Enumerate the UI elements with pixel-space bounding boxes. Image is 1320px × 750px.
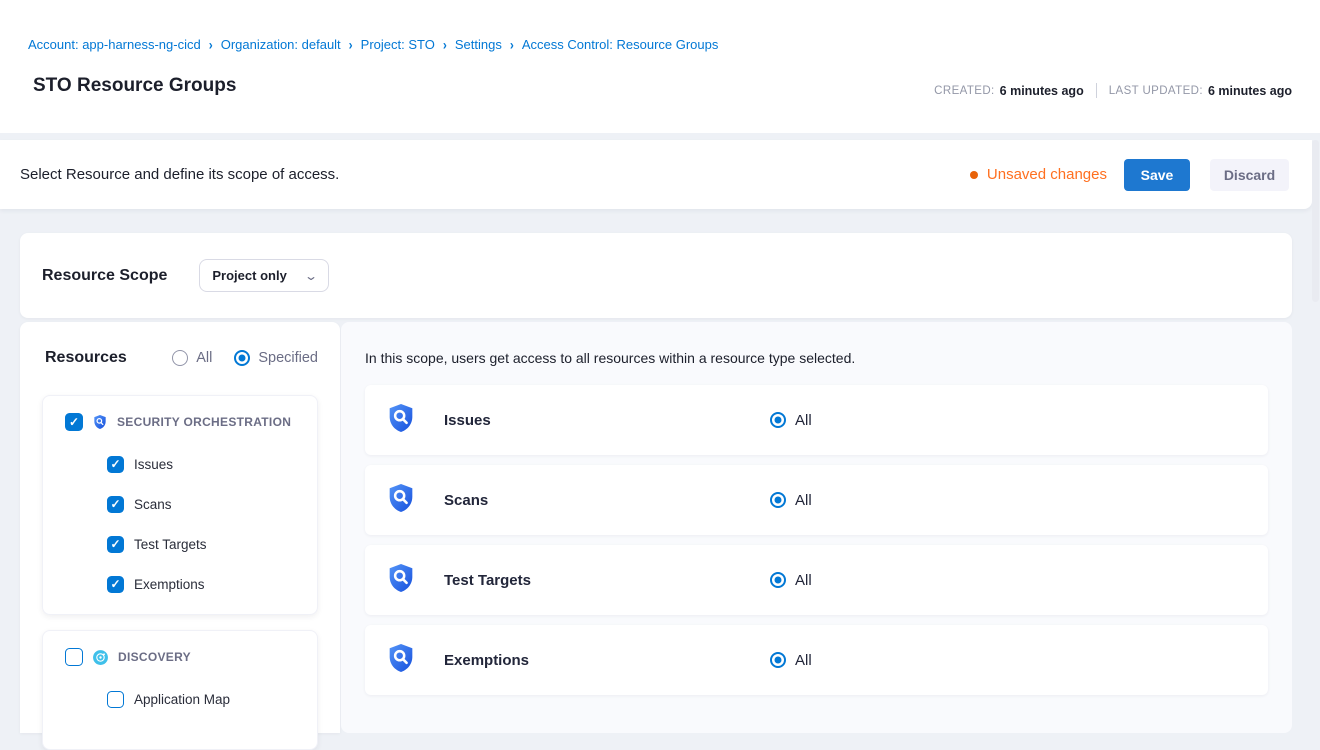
resource-scope-title: Resource Scope bbox=[42, 267, 167, 285]
group-label: SECURITY ORCHESTRATION bbox=[117, 415, 291, 429]
save-button[interactable]: Save bbox=[1124, 159, 1190, 191]
group-header: SECURITY ORCHESTRATION bbox=[43, 396, 317, 431]
discard-button[interactable]: Discard bbox=[1210, 159, 1289, 191]
resource-card-label: Exemptions bbox=[444, 652, 529, 669]
exemptions-checkbox[interactable] bbox=[107, 576, 124, 593]
test-targets-checkbox[interactable] bbox=[107, 536, 124, 553]
shield-search-icon bbox=[92, 414, 108, 430]
group-label: DISCOVERY bbox=[118, 650, 191, 664]
resource-scope-selected-value: Project only bbox=[212, 268, 286, 283]
resource-item-application-map: Application Map bbox=[43, 679, 317, 719]
resource-card-label: Test Targets bbox=[444, 572, 531, 589]
page-header: Account: app-harness-ng-cicd › Organizat… bbox=[0, 0, 1320, 133]
toolbar-description: Select Resource and define its scope of … bbox=[20, 166, 339, 183]
resource-item-issues: Issues bbox=[43, 444, 317, 484]
header-meta: CREATED: 6 minutes ago LAST UPDATED: 6 m… bbox=[934, 83, 1292, 98]
unsaved-dot-icon bbox=[970, 171, 978, 179]
item-label: Exemptions bbox=[134, 577, 205, 592]
resource-cards: Issues All Scans All Test Targets bbox=[365, 385, 1268, 705]
resources-sidebar: Resources All Specified SECURITY ORCHEST… bbox=[20, 322, 340, 733]
breadcrumb-project-link[interactable]: Project: STO bbox=[361, 37, 435, 52]
all-radio[interactable] bbox=[770, 572, 786, 588]
breadcrumb-account-link[interactable]: Account: app-harness-ng-cicd bbox=[28, 37, 201, 52]
discovery-checkbox[interactable] bbox=[65, 648, 83, 666]
all-radio-label[interactable]: All bbox=[795, 412, 812, 429]
chevron-right-icon: › bbox=[510, 36, 514, 52]
issues-checkbox[interactable] bbox=[107, 456, 124, 473]
all-radio[interactable] bbox=[770, 412, 786, 428]
resource-scope-select[interactable]: Project only ⌄ bbox=[199, 259, 329, 292]
resource-access-panel: In this scope, users get access to all r… bbox=[341, 322, 1292, 733]
item-label: Scans bbox=[134, 497, 172, 512]
item-label: Issues bbox=[134, 457, 173, 472]
toolbar-actions: Unsaved changes Save Discard bbox=[970, 159, 1289, 191]
application-map-checkbox[interactable] bbox=[107, 691, 124, 708]
shield-search-icon bbox=[385, 562, 417, 599]
scans-checkbox[interactable] bbox=[107, 496, 124, 513]
all-radio-label[interactable]: All bbox=[795, 572, 812, 589]
resource-item-test-targets: Test Targets bbox=[43, 524, 317, 564]
resources-title: Resources bbox=[45, 349, 127, 367]
shield-search-icon bbox=[385, 402, 417, 439]
radio-specified[interactable] bbox=[234, 350, 250, 366]
item-label: Application Map bbox=[134, 692, 230, 707]
resource-card-exemptions: Exemptions All bbox=[365, 625, 1268, 695]
resource-card-access: All bbox=[770, 492, 812, 509]
resource-scope-panel: Resource Scope Project only ⌄ bbox=[20, 233, 1292, 318]
resource-card-label: Issues bbox=[444, 412, 491, 429]
last-updated-value: 6 minutes ago bbox=[1208, 84, 1292, 98]
item-label: Test Targets bbox=[134, 537, 207, 552]
breadcrumb-resource-groups-link[interactable]: Access Control: Resource Groups bbox=[522, 37, 719, 52]
created-label: CREATED: bbox=[934, 85, 995, 97]
last-updated-label: LAST UPDATED: bbox=[1109, 85, 1203, 97]
scope-note: In this scope, users get access to all r… bbox=[365, 350, 855, 366]
security-orchestration-checkbox[interactable] bbox=[65, 413, 83, 431]
unsaved-changes-badge: Unsaved changes bbox=[987, 166, 1107, 183]
resources-mode-radios: All Specified bbox=[172, 350, 318, 366]
resources-header: Resources All Specified bbox=[20, 322, 340, 367]
group-card-discovery: DISCOVERY Application Map bbox=[42, 630, 318, 750]
shield-search-icon bbox=[385, 642, 417, 679]
all-radio-label[interactable]: All bbox=[795, 652, 812, 669]
resource-card-label: Scans bbox=[444, 492, 488, 509]
breadcrumb-organization-link[interactable]: Organization: default bbox=[221, 37, 341, 52]
page-title: STO Resource Groups bbox=[33, 75, 236, 97]
breadcrumb-settings-link[interactable]: Settings bbox=[455, 37, 502, 52]
resource-card-test-targets: Test Targets All bbox=[365, 545, 1268, 615]
resource-card-access: All bbox=[770, 412, 812, 429]
radio-all-label[interactable]: All bbox=[196, 350, 212, 366]
chevron-down-icon: ⌄ bbox=[304, 270, 318, 282]
resource-item-scans: Scans bbox=[43, 484, 317, 524]
meta-divider bbox=[1096, 83, 1097, 98]
group-card-security-orchestration: SECURITY ORCHESTRATION Issues Scans Test… bbox=[42, 395, 318, 615]
resource-card-issues: Issues All bbox=[365, 385, 1268, 455]
all-radio-label[interactable]: All bbox=[795, 492, 812, 509]
resource-item-exemptions: Exemptions bbox=[43, 564, 317, 604]
all-radio[interactable] bbox=[770, 652, 786, 668]
vertical-scrollbar[interactable] bbox=[1312, 140, 1319, 302]
resource-card-access: All bbox=[770, 652, 812, 669]
resource-card-access: All bbox=[770, 572, 812, 589]
radar-icon bbox=[92, 649, 109, 666]
shield-search-icon bbox=[385, 482, 417, 519]
breadcrumb: Account: app-harness-ng-cicd › Organizat… bbox=[28, 37, 718, 52]
chevron-right-icon: › bbox=[209, 36, 213, 52]
radio-all[interactable] bbox=[172, 350, 188, 366]
chevron-right-icon: › bbox=[349, 36, 353, 52]
resource-card-scans: Scans All bbox=[365, 465, 1268, 535]
created-value: 6 minutes ago bbox=[1000, 84, 1084, 98]
chevron-right-icon: › bbox=[443, 36, 447, 52]
radio-specified-label[interactable]: Specified bbox=[258, 350, 318, 366]
all-radio[interactable] bbox=[770, 492, 786, 508]
action-toolbar: Select Resource and define its scope of … bbox=[0, 140, 1312, 209]
group-header: DISCOVERY bbox=[43, 631, 317, 666]
